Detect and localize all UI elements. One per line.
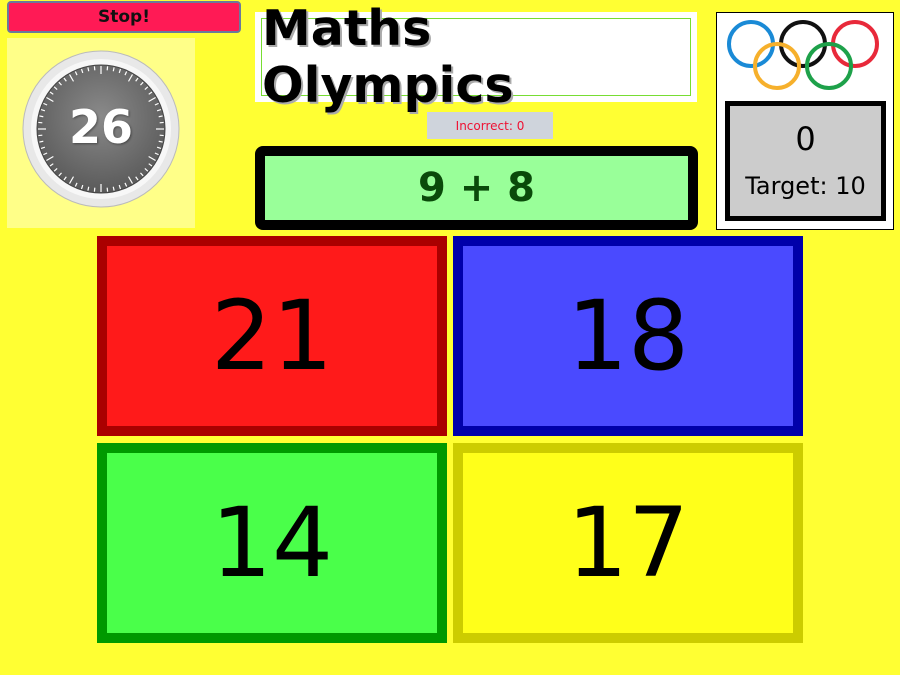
answer-button-green[interactable]: 14 [97,443,447,643]
score-box: 0 Target: 10 [725,101,886,221]
answer-button-blue[interactable]: 18 [453,236,803,436]
score-panel: 0 Target: 10 [716,12,894,230]
timer-value: 26 [68,100,133,154]
incorrect-label: Incorrect: [455,118,513,133]
incorrect-count: 0 [516,118,525,133]
target-text: Target: [745,172,828,200]
score-value: 0 [795,120,816,158]
stop-button[interactable]: Stop! [7,1,241,33]
dial-tick [87,67,90,72]
dial-tick [112,186,115,191]
answer-button-yellow[interactable]: 17 [453,443,803,643]
target-label: Target: 10 [730,172,881,200]
dial-tick [112,67,115,72]
answer-button-red[interactable]: 21 [97,236,447,436]
timer-panel: 26 [7,38,195,228]
page-title: Maths Olympics [261,0,691,114]
target-value: 10 [835,172,866,200]
olympic-rings-icon [727,20,879,90]
incorrect-counter: Incorrect: 0 [427,112,553,139]
title-banner: Maths Olympics [255,0,697,114]
dial-tick [87,186,90,191]
question-panel: 9 + 8 [255,146,698,230]
question-text: 9 + 8 [265,156,688,220]
